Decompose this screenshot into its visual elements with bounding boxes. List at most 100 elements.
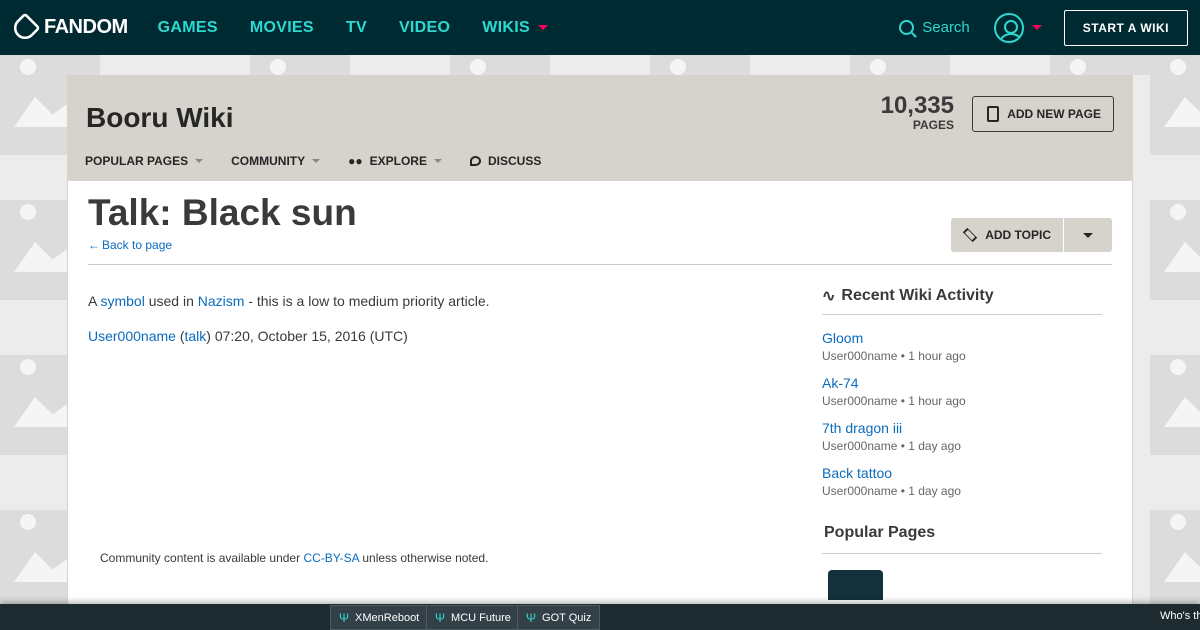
activity-title-link[interactable]: Back tattoo [822,465,1102,481]
user-link[interactable]: User000name [88,328,176,344]
image-placeholder-icon [1150,55,1200,155]
text: ( [175,328,185,344]
search-button[interactable]: Search [899,19,970,36]
right-rail: ∿ Recent Wiki Activity Gloom User000name… [822,286,1102,600]
antenna-icon: Ψ [339,610,350,625]
add-topic-button[interactable]: ADD TOPIC [951,218,1064,252]
antenna-icon: Ψ [435,610,446,625]
add-new-page-label: ADD NEW PAGE [1007,107,1101,121]
pages-count: 10,335 PAGES [881,92,954,132]
user-avatar-icon [993,12,1024,43]
bottom-tab-label: GOT Quiz [542,611,592,624]
list-item: 7th dragon iii User000name • 1 day ago [822,420,1102,453]
arrow-left-icon: ← [88,238,100,252]
image-placeholder-icon [850,55,950,75]
nav-right: Search START A WIKI [899,9,1200,46]
back-to-page-link[interactable]: ← Back to page [88,238,172,252]
global-navigation: FANDOM GAMES MOVIES TV VIDEO WIKIS Searc… [0,0,1200,55]
search-icon [899,20,915,35]
page-add-icon [987,106,1000,122]
wiki-local-nav: POPULAR PAGES COMMUNITY ●● EXPLORE DISCU… [85,154,541,168]
chevron-down-icon [1031,25,1042,30]
antenna-icon: Ψ [526,610,537,625]
chevron-down-icon [433,159,442,163]
wiki-nav-community[interactable]: COMMUNITY [231,154,321,168]
chevron-down-icon [1083,232,1093,238]
back-to-page-label: Back to page [102,238,173,252]
activity-title-link[interactable]: 7th dragon iii [822,420,1102,436]
search-label: Search [922,19,970,36]
text: - this is a low to medium priority artic… [244,293,490,309]
activity-title-link[interactable]: Ak-74 [822,375,1102,391]
wiki-container: Booru Wiki POPULAR PAGES COMMUNITY ●● EX… [67,75,1133,605]
text: A [88,293,101,309]
activity-title-link[interactable]: Gloom [822,330,1102,346]
start-wiki-button[interactable]: START A WIKI [1063,9,1188,46]
popular-pages-title: Popular Pages [822,524,1102,554]
recent-activity-header: ∿ Recent Wiki Activity [822,286,1102,315]
signature-timestamp: ) 07:20, October 15, 2016 (UTC) [206,328,408,344]
image-placeholder-icon [1150,510,1200,610]
logo-text: FANDOM [44,16,128,38]
wiki-nav-label: DISCUSS [487,154,542,168]
talk-paragraph: A symbol used in Nazism - this is a low … [88,292,788,310]
header-divider [88,264,1112,265]
pencil-icon [963,227,978,243]
bottom-bar-right-text[interactable]: Who's th [1160,610,1200,622]
image-placeholder-icon [1150,355,1200,455]
bottom-tab-xmenreboot[interactable]: Ψ XMenReboot [330,605,429,630]
list-item: Back tattoo User000name • 1 day ago [822,465,1102,498]
image-placeholder-icon [650,55,750,75]
activity-meta: User000name • 1 hour ago [822,349,966,363]
nav-wikis[interactable]: WIKIS [482,19,548,37]
activity-meta: User000name • 1 day ago [822,484,961,498]
global-nav-links: GAMES MOVIES TV VIDEO WIKIS [158,19,580,37]
bottom-tab-label: MCU Future [451,611,511,624]
image-placeholder-icon [1050,55,1150,75]
discuss-icon [469,156,481,166]
wiki-nav-popular-pages[interactable]: POPULAR PAGES [85,154,204,168]
add-topic-button-group: ADD TOPIC [951,218,1112,252]
add-topic-label: ADD TOPIC [985,228,1051,242]
wiki-nav-explore[interactable]: ●● EXPLORE [348,154,442,168]
nav-games[interactable]: GAMES [158,19,218,37]
explore-icon: ●● [348,154,363,168]
activity-meta: User000name • 1 hour ago [822,394,966,408]
wiki-header: Booru Wiki POPULAR PAGES COMMUNITY ●● EX… [68,76,1132,181]
nav-wikis-label: WIKIS [482,18,530,36]
fandom-heart-icon [9,11,41,44]
pages-count-label: PAGES [912,118,954,132]
user-talk-link[interactable]: talk [185,328,207,344]
wiki-name[interactable]: Booru Wiki [86,102,234,134]
user-menu[interactable] [993,12,1042,43]
pages-count-number: 10,335 [880,92,954,119]
fandom-logo[interactable]: FANDOM [9,11,128,44]
activity-list: Gloom User000name • 1 hour ago Ak-74 Use… [822,330,1102,498]
cc-by-sa-link[interactable]: CC-BY-SA [303,551,359,565]
chevron-down-icon [195,159,204,163]
activity-icon: ∿ [822,288,836,305]
bottom-bar: Ψ XMenReboot Ψ MCU Future Ψ GOT Quiz Who… [0,604,1200,630]
nav-tv[interactable]: TV [346,19,367,37]
chevron-down-icon [312,159,321,163]
nazism-link[interactable]: Nazism [198,293,245,309]
talk-content: A symbol used in Nazism - this is a low … [88,292,788,362]
nav-video[interactable]: VIDEO [399,19,450,37]
page-title: Talk: Black sun [88,192,357,233]
chevron-down-icon [537,25,548,30]
bottom-tab-mcu-future[interactable]: Ψ MCU Future [426,605,520,630]
add-topic-dropdown[interactable] [1064,218,1112,252]
nav-movies[interactable]: MOVIES [250,19,314,37]
symbol-link[interactable]: symbol [100,293,144,309]
wiki-nav-label: POPULAR PAGES [85,154,189,168]
popular-page-thumbnail[interactable] [828,570,883,600]
image-placeholder-icon [1150,200,1200,300]
bottom-tab-got-quiz[interactable]: Ψ GOT Quiz [517,605,601,630]
wiki-nav-discuss[interactable]: DISCUSS [469,154,542,168]
activity-meta: User000name • 1 day ago [822,439,961,453]
wiki-nav-label: COMMUNITY [231,154,306,168]
text: unless otherwise noted. [359,551,489,565]
wiki-nav-label: EXPLORE [369,154,427,168]
recent-activity-title: Recent Wiki Activity [841,287,994,304]
add-new-page-button[interactable]: ADD NEW PAGE [972,96,1114,132]
